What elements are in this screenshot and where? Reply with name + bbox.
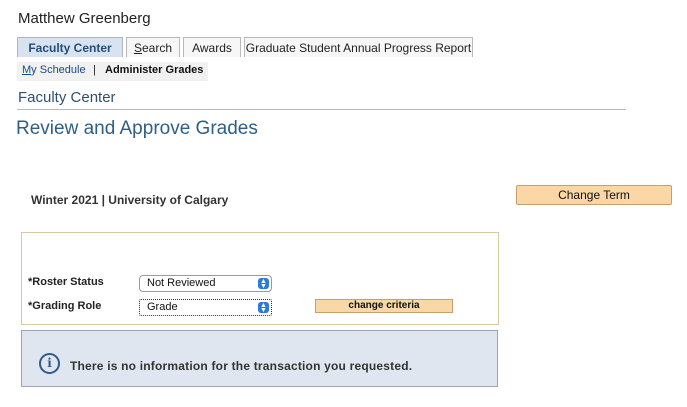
roster-status-label: *Roster Status [28, 276, 104, 288]
section-title: Faculty Center [18, 89, 116, 106]
tab-label: Faculty Center [28, 41, 112, 55]
select-arrows-icon: ▲ ▼ [258, 278, 269, 290]
tab-label: Awards [192, 41, 232, 55]
grading-role-label: *Grading Role [28, 300, 102, 312]
select-arrows-icon: ▲ ▼ [258, 302, 269, 314]
change-criteria-button[interactable]: change criteria [315, 299, 453, 313]
info-icon: i [39, 353, 60, 374]
tab-faculty-center[interactable]: Faculty Center [17, 37, 123, 57]
section-divider [17, 109, 626, 110]
change-term-button[interactable]: Change Term [516, 185, 672, 205]
tab-search[interactable]: Search [126, 37, 180, 57]
grading-role-value: Grade [147, 301, 178, 313]
info-message-text: There is no information for the transact… [70, 359, 413, 373]
roster-status-value: Not Reviewed [147, 277, 216, 289]
tab-graduate-student-annual-progress-report[interactable]: Graduate Student Annual Progress Report [244, 37, 473, 57]
page-title: Review and Approve Grades [16, 118, 258, 139]
tab-label: Graduate Student Annual Progress Report [245, 41, 472, 55]
my-schedule-link[interactable]: My Schedule [22, 64, 86, 76]
administer-grades-current: Administer Grades [105, 64, 204, 76]
term-text: Winter 2021 | University of Calgary [31, 193, 229, 207]
user-name: Matthew Greenberg [18, 10, 151, 27]
tab-awards[interactable]: Awards [183, 37, 241, 57]
tab-label: Search [133, 41, 173, 55]
subnav-separator: | [93, 64, 96, 76]
grading-role-select[interactable]: Grade ▲ ▼ [139, 299, 272, 316]
roster-status-select[interactable]: Not Reviewed ▲ ▼ [139, 275, 272, 292]
